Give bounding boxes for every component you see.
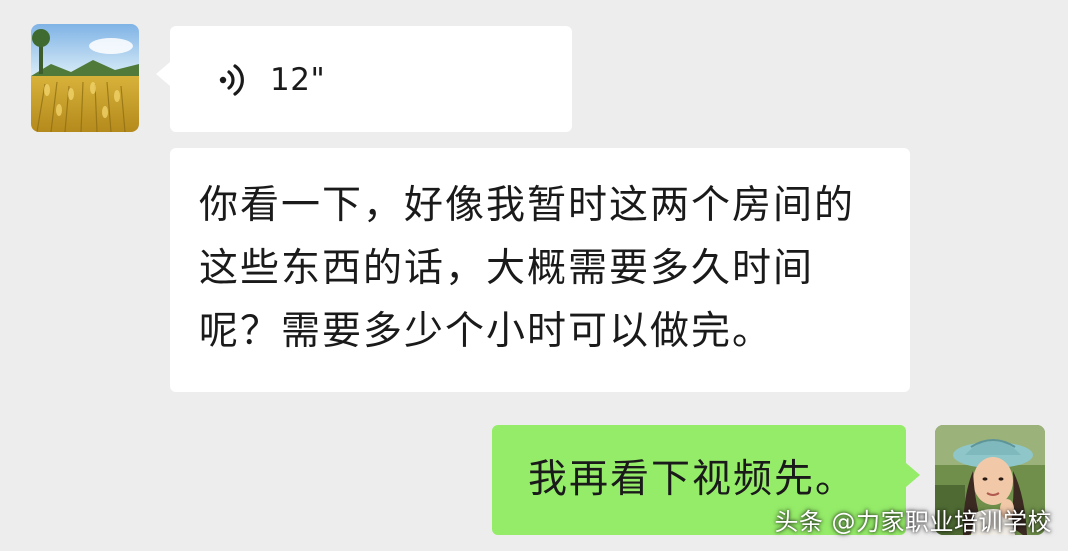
incoming-text-bubble[interactable]: 你看一下，好像我暂时这两个房间的这些东西的话，大概需要多久时间呢？需要多少个小时…	[170, 148, 910, 392]
voice-duration: 12"	[270, 62, 326, 98]
watermark: 头条 @力家职业培训学校	[774, 508, 1052, 536]
voice-message-content: 12"	[218, 58, 325, 102]
rice-field-avatar-image	[31, 24, 139, 132]
incoming-message-text: 你看一下，好像我暂时这两个房间的这些东西的话，大概需要多久时间呢？需要多少个小时…	[199, 183, 856, 354]
outgoing-message-text: 我再看下视频先。	[528, 457, 857, 502]
voice-wave-icon	[219, 64, 244, 96]
voice-message-bubble[interactable]: 12"	[156, 26, 572, 132]
contact-avatar[interactable]	[31, 24, 139, 132]
